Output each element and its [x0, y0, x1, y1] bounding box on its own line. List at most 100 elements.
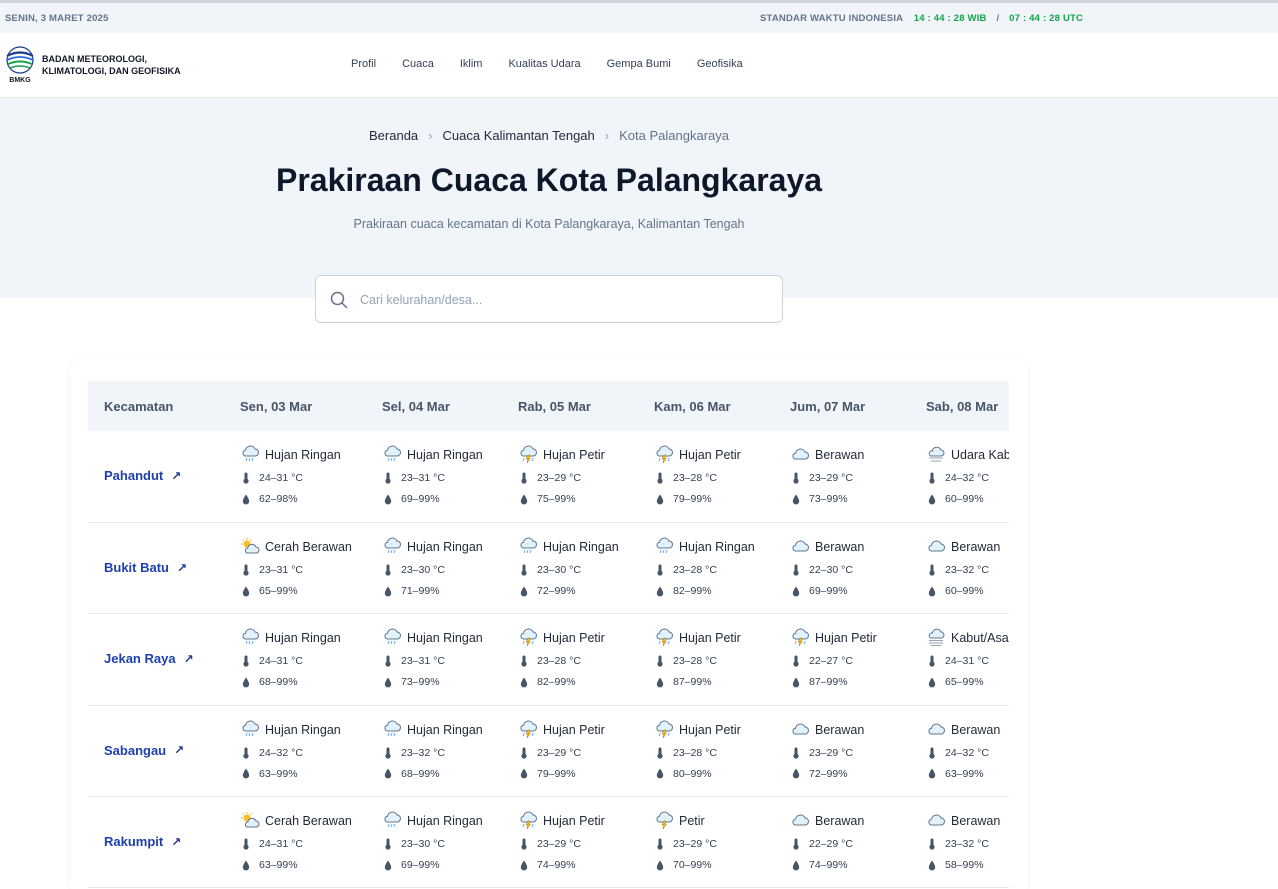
humidity-value: 75–99% — [537, 493, 576, 506]
forecast-cell[interactable]: Hujan Ringan 23–30 °C 69–99% — [366, 797, 502, 888]
kecamatan-link[interactable]: Pahandut ↗ — [104, 468, 181, 483]
temperature-value: 23–32 °C — [401, 746, 445, 759]
droplet-icon — [792, 494, 800, 505]
humidity: 79–99% — [518, 766, 638, 782]
arrow-up-right-icon: ↗ — [174, 743, 185, 758]
thermometer-icon — [929, 655, 935, 668]
nav-geofisika[interactable]: Geofisika — [697, 58, 743, 70]
thunder-rain-weather-icon — [520, 445, 537, 464]
brand-name[interactable]: BADAN METEOROLOGI, KLIMATOLOGI, DAN GEOF… — [42, 53, 181, 77]
condition-label: Hujan Petir — [543, 722, 605, 737]
forecast-cell[interactable]: Berawan 23–29 °C 72–99% — [774, 705, 910, 796]
kecamatan-link[interactable]: Sabangau ↗ — [104, 743, 184, 758]
forecast-table-scroll[interactable]: Kecamatan Sen, 03 Mar Sel, 04 Mar Rab, 05 … — [88, 381, 1009, 889]
humidity: 63–99% — [240, 766, 366, 782]
temperature-value: 24–32 °C — [259, 746, 303, 759]
humidity: 69–99% — [382, 857, 502, 873]
site-header: BMKG BADAN METEOROLOGI, KLIMATOLOGI, DAN… — [0, 33, 1278, 98]
temperature-value: 23–28 °C — [673, 472, 717, 485]
temperature: 23–31 °C — [382, 653, 502, 669]
forecast-cell[interactable]: Berawan 23–29 °C 73–99% — [774, 431, 910, 522]
nav-iklim[interactable]: Iklim — [460, 58, 483, 70]
humidity-value: 60–99% — [945, 585, 984, 598]
condition-label: Hujan Ringan — [407, 722, 483, 737]
droplet-icon — [792, 860, 800, 871]
forecast-cell[interactable]: Hujan Petir 22–27 °C 87–99% — [774, 614, 910, 705]
droplet-icon — [520, 768, 528, 779]
temperature: 23–29 °C — [518, 836, 638, 852]
forecast-cell[interactable]: Hujan Ringan 24–31 °C 68–99% — [224, 614, 366, 705]
condition-label: Hujan Ringan — [265, 631, 341, 646]
forecast-cell[interactable]: Hujan Petir 23–28 °C 80–99% — [638, 705, 774, 796]
forecast-cell[interactable]: Cerah Berawan 23–31 °C 65–99% — [224, 522, 366, 613]
forecast-cell[interactable]: Hujan Petir 23–28 °C 87–99% — [638, 614, 774, 705]
humidity: 69–99% — [382, 491, 502, 507]
forecast-cell[interactable]: Hujan Petir 23–29 °C 79–99% — [502, 705, 638, 796]
search-input[interactable] — [360, 288, 760, 312]
humidity: 63–99% — [240, 857, 366, 873]
forecast-cell[interactable]: Hujan Ringan 23–28 °C 82–99% — [638, 522, 774, 613]
kecamatan-link[interactable]: Bukit Batu ↗ — [104, 560, 187, 575]
clock-label: STANDAR WAKTU INDONESIA — [760, 13, 903, 24]
thermometer-icon — [929, 838, 935, 850]
forecast-cell[interactable]: Hujan Ringan 23–30 °C 71–99% — [366, 522, 502, 613]
kecamatan-link[interactable]: Jekan Raya ↗ — [104, 651, 194, 666]
forecast-cell[interactable]: Hujan Ringan 23–30 °C 72–99% — [502, 522, 638, 613]
humidity-value: 63–99% — [259, 859, 298, 872]
condition-label: Cerah Berawan — [265, 814, 352, 829]
forecast-cell[interactable]: Hujan Petir 23–29 °C 75–99% — [502, 431, 638, 522]
search-icon — [330, 291, 348, 309]
condition-label: Hujan Petir — [543, 631, 605, 646]
thunder-rain-weather-icon — [656, 720, 673, 739]
nav-profil[interactable]: Profil — [351, 58, 376, 70]
thermometer-icon — [657, 838, 663, 850]
forecast-cell[interactable]: Cerah Berawan 24–31 °C 63–99% — [224, 797, 366, 888]
temperature: 23–29 °C — [518, 470, 638, 486]
condition-label: Hujan Ringan — [407, 540, 483, 555]
forecast-cell[interactable]: Hujan Ringan 24–31 °C 62–98% — [224, 431, 366, 522]
condition-label: Hujan Petir — [543, 448, 605, 463]
temperature: 22–30 °C — [790, 562, 910, 578]
humidity-value: 79–99% — [537, 767, 576, 780]
forecast-cell[interactable]: Kabut/Asap 24–31 °C 65–99% — [910, 614, 1009, 705]
nav-gempa-bumi[interactable]: Gempa Bumi — [607, 58, 671, 70]
forecast-cell[interactable]: Berawan 22–29 °C 74–99% — [774, 797, 910, 888]
forecast-cell[interactable]: Berawan 23–32 °C 58–99% — [910, 797, 1009, 888]
breadcrumb-province[interactable]: Cuaca Kalimantan Tengah — [443, 128, 595, 143]
thermometer-icon — [521, 564, 527, 576]
search-box — [315, 275, 783, 323]
forecast-cell[interactable]: Hujan Petir 23–29 °C 74–99% — [502, 797, 638, 888]
thermometer-icon — [385, 838, 391, 850]
kecamatan-link[interactable]: Rakumpit ↗ — [104, 834, 181, 849]
table-header-row: Kecamatan Sen, 03 Mar Sel, 04 Mar Rab, 05 … — [88, 381, 1009, 431]
condition-label: Berawan — [951, 814, 1001, 829]
weather-condition: Hujan Petir — [790, 628, 910, 648]
condition-label: Hujan Petir — [815, 631, 877, 646]
forecast-cell[interactable]: Berawan 24–32 °C 63–99% — [910, 705, 1009, 796]
thermometer-icon — [929, 747, 935, 759]
humidity: 74–99% — [790, 857, 910, 873]
forecast-cell[interactable]: Berawan 23–32 °C 60–99% — [910, 522, 1009, 613]
forecast-cell[interactable]: Hujan Ringan 23–32 °C 68–99% — [366, 705, 502, 796]
forecast-cell[interactable]: Hujan Ringan 23–31 °C 69–99% — [366, 431, 502, 522]
nav-cuaca[interactable]: Cuaca — [402, 58, 434, 70]
brand-line-2: KLIMATOLOGI, DAN GEOFISIKA — [42, 66, 181, 76]
forecast-cell[interactable]: Hujan Ringan 23–31 °C 73–99% — [366, 614, 502, 705]
column-header-day: Rab, 05 Mar — [518, 398, 591, 414]
forecast-cell[interactable]: Hujan Petir 23–28 °C 79–99% — [638, 431, 774, 522]
forecast-cell[interactable]: Hujan Petir 23–28 °C 82–99% — [502, 614, 638, 705]
forecast-cell[interactable]: Hujan Ringan 24–32 °C 63–99% — [224, 705, 366, 796]
thermometer-icon — [385, 655, 391, 668]
forecast-cell[interactable]: Petir 23–29 °C 70–99% — [638, 797, 774, 888]
weather-condition: Hujan Ringan — [382, 445, 502, 465]
humidity-value: 72–99% — [537, 585, 576, 598]
bmkg-logo[interactable]: BMKG — [4, 45, 38, 85]
nav-kualitas-udara[interactable]: Kualitas Udara — [508, 58, 580, 70]
temperature-value: 23–30 °C — [401, 564, 445, 577]
temperature: 24–32 °C — [240, 745, 366, 761]
weather-condition: Hujan Ringan — [240, 628, 366, 648]
temperature: 23–31 °C — [382, 470, 502, 486]
forecast-cell[interactable]: Berawan 22–30 °C 69–99% — [774, 522, 910, 613]
breadcrumb-beranda[interactable]: Beranda — [369, 128, 418, 143]
forecast-cell[interactable]: Udara Kabur 24–32 °C 60–99% — [910, 431, 1009, 522]
